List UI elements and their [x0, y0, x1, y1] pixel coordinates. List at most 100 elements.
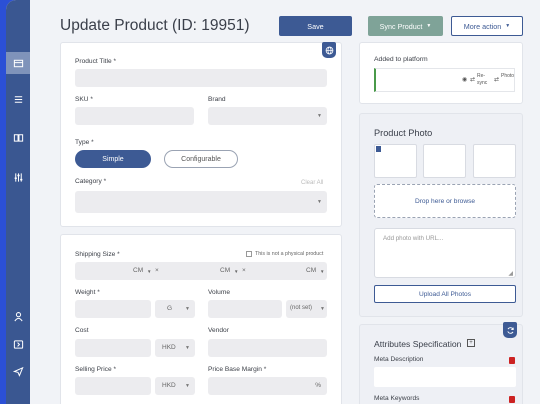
height-unit: CM	[306, 267, 317, 274]
volume-unit-select[interactable]: (not set) ▼	[286, 300, 327, 318]
chevron-down-icon: ▼	[320, 306, 325, 312]
brand-select[interactable]: ▼	[208, 107, 327, 125]
sync-product-button[interactable]: Sync Product ▼	[368, 16, 443, 36]
chevron-down-icon: ▼	[185, 306, 190, 312]
sidebar-item-list[interactable]	[6, 88, 30, 110]
selling-price-input[interactable]	[75, 377, 151, 395]
chevron-down-icon: ▼	[185, 345, 190, 351]
cost-input[interactable]	[75, 339, 151, 357]
type-configurable-button[interactable]: Configurable	[164, 150, 238, 168]
add-attribute-icon[interactable]: +	[467, 339, 475, 347]
cost-currency: HKD	[162, 344, 176, 351]
photo-sync-icon[interactable]: ⇄	[494, 76, 499, 83]
product-photo-panel: Product Photo Drop here or browse Add ph…	[359, 113, 523, 317]
photo-url-textarea[interactable]: Add photo with URL... ◢	[374, 228, 516, 278]
trash-icon[interactable]	[509, 396, 515, 403]
book-icon	[13, 133, 23, 142]
refresh-icon[interactable]	[503, 322, 517, 338]
photo-label[interactable]: Photo	[501, 73, 514, 79]
volume-label: Volume	[208, 289, 230, 296]
meta-description-input[interactable]	[374, 367, 516, 387]
length-unit: CM	[133, 267, 144, 274]
meta-keywords-label: Meta Keywords	[374, 395, 420, 402]
selling-currency-select[interactable]: HKD ▼	[155, 377, 195, 395]
product-title-label: Product Title *	[75, 58, 117, 65]
volume-unit: (not set)	[290, 305, 313, 311]
category-select[interactable]: ▼	[75, 191, 327, 213]
user-icon	[13, 311, 23, 321]
chevron-down-icon: ▼	[185, 383, 190, 389]
photo-dropzone[interactable]: Drop here or browse	[374, 184, 516, 218]
shipping-size-label: Shipping Size *	[75, 251, 120, 258]
page-title: Update Product (ID: 19951)	[60, 17, 250, 34]
save-button[interactable]: Save	[279, 16, 352, 36]
selling-currency: HKD	[162, 382, 176, 389]
general-info-panel: Product Title * SKU * Brand ▼ Type * Sim…	[60, 42, 342, 227]
photo-url-placeholder: Add photo with URL...	[383, 235, 444, 242]
type-label: Type *	[75, 139, 94, 146]
chevron-down-icon: ▼	[426, 23, 432, 29]
percent-suffix: %	[315, 382, 321, 389]
clear-all-link[interactable]: Clear All	[301, 180, 323, 186]
exit-icon	[13, 339, 23, 349]
shipping-pricing-panel: Shipping Size * This is not a physical p…	[60, 234, 342, 404]
selling-price-label: Selling Price *	[75, 366, 117, 373]
sidebar-item-settings[interactable]	[6, 166, 30, 188]
vendor-input[interactable]	[208, 339, 327, 357]
attributes-panel: Attributes Specification + Meta Descript…	[359, 322, 523, 404]
sidebar-item-send[interactable]	[6, 360, 30, 382]
send-icon	[12, 366, 24, 377]
type-simple-button[interactable]: Simple	[75, 150, 151, 168]
sidebar-item-logout[interactable]	[6, 333, 30, 355]
platform-entry: ◉ ⇄ Re-sync ⇄ Photo	[374, 68, 515, 92]
weight-input[interactable]	[75, 300, 151, 318]
base-margin-input[interactable]: %	[208, 377, 327, 395]
upload-all-photos-label: Upload All Photos	[418, 290, 472, 298]
cost-label: Cost	[75, 327, 89, 334]
product-title-input[interactable]	[75, 69, 327, 87]
chevron-down-icon: ▼	[320, 269, 325, 274]
meta-description-label: Meta Description	[374, 356, 424, 363]
photo-slot-3[interactable]	[473, 144, 516, 178]
bookmark-icon	[376, 146, 381, 152]
added-to-platform-label: Added to platform	[374, 56, 428, 63]
resync-label[interactable]: Re-sync	[477, 73, 491, 87]
globe-icon[interactable]	[322, 42, 336, 58]
close-icon[interactable]: ×	[155, 267, 159, 274]
chevron-down-icon: ▼	[505, 23, 511, 29]
not-physical-checkbox[interactable]	[246, 251, 252, 257]
sidebar-item-catalog[interactable]	[6, 126, 30, 148]
shipping-size-inputs[interactable]: CM ▼ × CM ▼ × CM ▼	[75, 262, 327, 280]
sidebar-item-products[interactable]	[6, 52, 30, 74]
sidebar-item-profile[interactable]	[6, 305, 30, 327]
upload-all-photos-button[interactable]: Upload All Photos	[374, 285, 516, 303]
more-action-button[interactable]: More action ▼	[451, 16, 523, 36]
weight-unit-select[interactable]: G ▼	[155, 300, 195, 318]
product-icon	[13, 59, 23, 67]
resize-handle-icon[interactable]: ◢	[508, 270, 513, 277]
trash-icon[interactable]	[509, 357, 515, 364]
chevron-down-icon: ▼	[234, 269, 239, 274]
sku-input[interactable]	[75, 107, 194, 125]
close-icon[interactable]: ×	[242, 267, 246, 274]
list-icon	[14, 95, 22, 103]
panel-title: Product Photo	[374, 128, 433, 138]
resync-icon[interactable]: ⇄	[470, 76, 475, 83]
app-frame: Update Product (ID: 19951) Save Sync Pro…	[6, 0, 540, 404]
volume-input[interactable]	[208, 300, 282, 318]
width-unit: CM	[220, 267, 231, 274]
category-label: Category *	[75, 178, 107, 185]
chevron-down-icon: ▼	[147, 269, 152, 274]
sync-product-label: Sync Product	[379, 21, 423, 31]
platform-panel: Added to platform ◉ ⇄ Re-sync ⇄ Photo	[359, 42, 523, 104]
photo-slot-2[interactable]	[423, 144, 466, 178]
more-action-label: More action	[463, 21, 502, 31]
weight-unit: G	[167, 305, 173, 312]
chevron-down-icon: ▼	[317, 199, 322, 205]
eye-icon[interactable]: ◉	[462, 76, 467, 83]
sidebar	[6, 0, 30, 404]
not-physical-label: This is not a physical product	[255, 251, 324, 257]
photo-slot-1[interactable]	[374, 144, 417, 178]
cost-currency-select[interactable]: HKD ▼	[155, 339, 195, 357]
sku-label: SKU *	[75, 96, 93, 103]
